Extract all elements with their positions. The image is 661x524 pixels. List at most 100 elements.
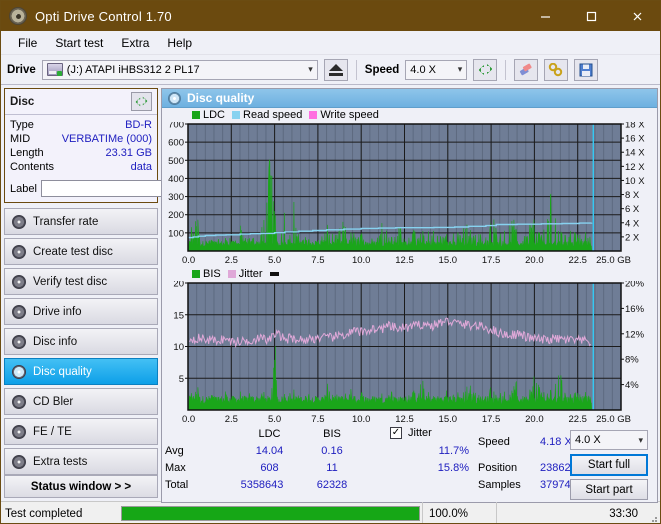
legend-item-write-speed: Write speed	[309, 109, 379, 121]
svg-text:12 X: 12 X	[625, 162, 645, 173]
eject-button[interactable]	[323, 58, 348, 81]
erase-button[interactable]	[514, 58, 539, 81]
sidebar-item-transfer-rate[interactable]: Transfer rate	[4, 208, 158, 235]
sidebar-item-extra-tests[interactable]: Extra tests	[4, 448, 158, 475]
sidebar-item-label: CD Bler	[33, 395, 74, 408]
legend-label: Write speed	[320, 109, 379, 121]
disc-row-key: MID	[10, 133, 31, 145]
jitter-toggle[interactable]: ✓ Jitter	[390, 427, 432, 439]
svg-text:7.5: 7.5	[311, 255, 324, 266]
svg-text:8%: 8%	[625, 355, 639, 366]
menu-start-test[interactable]: Start test	[46, 33, 112, 53]
sidebar-item-cd-bler[interactable]: CD Bler	[4, 388, 158, 415]
legend-label: Read speed	[243, 109, 303, 121]
sidebar-item-fe-te[interactable]: FE / TE	[4, 418, 158, 445]
stats-panel: LDC BIS ✓ Jitter Avg 14.04 0.16 11.7% Ma…	[162, 426, 657, 502]
svg-text:25.0 GB: 25.0 GB	[596, 414, 631, 425]
jitter-label: Jitter	[408, 427, 432, 439]
sidebar-item-disc-quality[interactable]: Disc quality	[4, 358, 158, 385]
test-speed-select[interactable]: 4.0 X ▾	[570, 430, 648, 450]
disc-row-value: data	[130, 161, 152, 173]
disc-quality-icon	[168, 91, 181, 105]
start-part-button[interactable]: Start part	[570, 479, 648, 500]
svg-text:0.0: 0.0	[182, 255, 195, 266]
speed-select[interactable]: 4.0 X ▾	[405, 59, 468, 80]
menu-file[interactable]: File	[9, 33, 46, 53]
svg-text:12%: 12%	[625, 329, 645, 340]
disc-refresh-button[interactable]	[131, 92, 152, 111]
stats-row-avg-label: Avg	[165, 445, 184, 457]
menu-extra[interactable]: Extra	[112, 33, 158, 53]
disc-icon	[12, 304, 26, 319]
disc-icon	[12, 424, 26, 439]
toolbar-divider-1	[355, 59, 357, 80]
refresh-button[interactable]	[473, 58, 498, 81]
svg-text:7.5: 7.5	[311, 414, 324, 425]
resize-grip[interactable]	[646, 502, 660, 523]
stats-col-bis: BIS	[323, 428, 341, 440]
svg-text:5.0: 5.0	[268, 255, 281, 266]
drive-select[interactable]: (J:) ATAPI iHBS312 2 PL17 ▾	[41, 59, 318, 80]
save-button[interactable]	[574, 58, 599, 81]
start-full-button[interactable]: Start full	[570, 454, 648, 476]
stats-col-ldc: LDC	[258, 428, 281, 440]
legend-item-read-speed: Read speed	[232, 109, 302, 121]
chart-bis-canvas[interactable]: 5 10 15 20 4% 8% 12% 16% 20% 0.0 2.5 5.0 7.5 10.0 12.5…	[162, 281, 657, 426]
disc-label-caption: Label	[10, 182, 37, 195]
disc-row-length: Length 23.31 GB	[10, 146, 152, 160]
sidebar-item-create-test-disc[interactable]: Create test disc	[4, 238, 158, 265]
disc-row-mid: MID VERBATIMe (000)	[10, 132, 152, 146]
svg-text:2.5: 2.5	[225, 255, 238, 266]
svg-text:300: 300	[168, 192, 184, 203]
svg-text:12.5: 12.5	[395, 255, 414, 266]
disc-row-value: 23.31 GB	[105, 147, 152, 159]
disc-panel-header: Disc	[5, 89, 157, 115]
window-title: Opti Drive Control 1.70	[35, 8, 172, 24]
chart-ldc-legend: LDC Read speed Write speed	[162, 108, 657, 122]
drive-label: Drive	[7, 63, 36, 76]
progress-bar	[121, 506, 420, 521]
maximize-icon[interactable]	[568, 1, 614, 31]
main-body: Disc Type BD-R MID VERBATIMe (000) Lengt…	[1, 85, 660, 503]
jitter-checkbox[interactable]: ✓	[390, 427, 402, 439]
sidebar-item-verify-test-disc[interactable]: Verify test disc	[4, 268, 158, 295]
close-icon[interactable]	[614, 1, 660, 31]
svg-text:16 X: 16 X	[625, 134, 645, 145]
toolbar-divider-2	[505, 59, 507, 80]
chart-ldc-canvas[interactable]: 100 200 300 400 500 600 700 2 X 4 X 6 X 8 X 10 X 12 …	[162, 122, 657, 267]
chevron-down-icon: ▾	[457, 64, 463, 74]
stats-row-total-label: Total	[165, 479, 189, 491]
legend-swatch	[192, 270, 200, 278]
svg-text:5.0: 5.0	[268, 414, 281, 425]
svg-text:10.0: 10.0	[352, 414, 371, 425]
svg-text:10: 10	[173, 342, 184, 353]
disc-icon	[12, 364, 26, 379]
stats-total-ldc: 5358643	[240, 479, 284, 491]
sidebar-item-label: Disc info	[33, 335, 78, 348]
svg-text:100: 100	[168, 228, 184, 239]
legend-item-bis: BIS	[192, 268, 221, 280]
status-window-button[interactable]: Status window > >	[4, 475, 158, 498]
progress-percent: 100.0%	[422, 502, 496, 523]
position-stat-label: Position	[478, 462, 518, 474]
sidebar-item-label: Transfer rate	[33, 215, 99, 228]
svg-text:600: 600	[168, 138, 184, 149]
menu-help[interactable]: Help	[158, 33, 201, 53]
legend-label: BIS	[203, 268, 221, 280]
svg-text:20.0: 20.0	[525, 255, 544, 266]
sidebar-item-label: Disc quality	[33, 365, 92, 378]
app-disc-icon	[9, 7, 27, 25]
minimize-icon[interactable]	[522, 1, 568, 31]
legend-label: LDC	[203, 109, 226, 121]
stats-max-bis: 11	[326, 462, 338, 474]
svg-text:10.0: 10.0	[352, 255, 371, 266]
tools-button[interactable]	[544, 58, 569, 81]
chart-bis: BIS Jitter 5 10 15 20 4% 8% 12% 16% 20% 0.0 2.5 5.0…	[162, 267, 657, 426]
sidebar-item-label: FE / TE	[33, 425, 72, 438]
sidebar-item-disc-info[interactable]: Disc info	[4, 328, 158, 355]
svg-text:200: 200	[168, 210, 184, 221]
disc-row-key: Contents	[10, 161, 55, 173]
sidebar-item-drive-info[interactable]: Drive info	[4, 298, 158, 325]
save-icon	[579, 63, 593, 76]
speed-stat-label: Speed	[478, 436, 510, 448]
